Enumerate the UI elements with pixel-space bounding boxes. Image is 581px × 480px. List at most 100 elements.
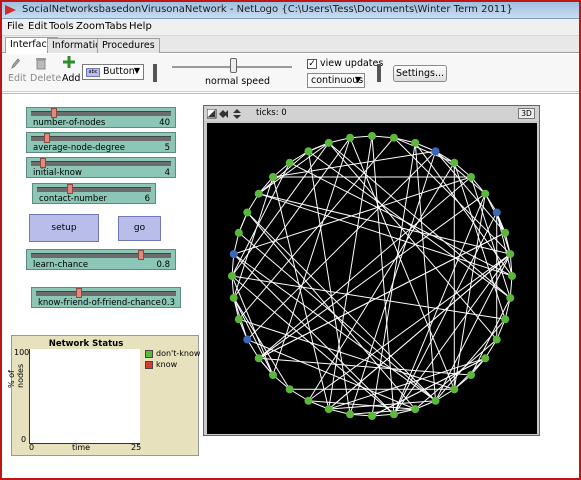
slider-number-of-nodes[interactable]: number-of-nodes 40 <box>26 107 176 128</box>
interface-canvas: number-of-nodes 40 average-node-degree 5… <box>2 93 579 478</box>
world-view: ticks: 0 3D <box>203 105 540 436</box>
edit-button[interactable]: Edit <box>8 73 26 84</box>
network-link <box>258 142 330 195</box>
menu-help[interactable]: Help <box>129 21 152 32</box>
settings-button[interactable]: Settings... <box>393 65 447 82</box>
slider-contact-number[interactable]: contact-number 6 <box>32 183 156 204</box>
menu-edit[interactable]: Edit <box>28 21 47 32</box>
network-node <box>243 335 252 344</box>
slider-value: 4 <box>164 168 170 178</box>
slider-thumb[interactable] <box>40 158 47 168</box>
tab-bar: Interface Information Procedures <box>2 36 579 53</box>
slider-label: number-of-nodes <box>33 118 106 128</box>
legend-label: don't-know <box>156 349 201 358</box>
network-node <box>501 228 510 237</box>
slider-label: contact-number <box>39 194 108 204</box>
slider-know-friend-of-friend-chance[interactable]: know-friend-of-friend-chance 0.3 <box>31 287 181 308</box>
network-node <box>285 385 294 394</box>
title-bar: SocialNetworksbasedonVirusonaNetwork - N… <box>2 2 579 19</box>
network-node <box>450 385 459 394</box>
netlogo-window: SocialNetworksbasedonVirusonaNetwork - N… <box>0 0 581 480</box>
setup-button[interactable]: setup <box>29 214 99 242</box>
network-node <box>506 250 515 259</box>
view-controls-icon[interactable] <box>207 109 241 119</box>
network-link <box>233 297 274 376</box>
slider-track <box>31 253 171 258</box>
network-node <box>431 147 440 156</box>
network-link <box>258 232 506 359</box>
network-node <box>324 138 333 147</box>
network-node <box>466 370 475 379</box>
slider-thumb[interactable] <box>67 184 74 194</box>
network-link <box>258 357 472 376</box>
network-link <box>238 137 395 320</box>
tab-procedures[interactable]: Procedures <box>97 38 160 53</box>
network-link <box>238 232 436 402</box>
plot-x-label: time <box>72 443 91 452</box>
slider-average-node-degree[interactable]: average-node-degree 5 <box>26 132 176 153</box>
window-title: SocialNetworksbasedonVirusonaNetwork - N… <box>22 4 513 15</box>
network-node <box>431 396 440 405</box>
slider-track <box>36 291 176 296</box>
network-node <box>368 412 376 420</box>
menu-tools[interactable]: Tools <box>49 21 74 32</box>
slider-value: 0.8 <box>156 260 170 270</box>
ticks-label: ticks: 0 <box>256 108 287 118</box>
slider-thumb[interactable] <box>76 288 83 298</box>
plot-area <box>29 349 140 444</box>
network-node <box>508 272 516 280</box>
network-node <box>506 293 515 302</box>
network-node <box>501 315 510 324</box>
network-node <box>411 138 420 147</box>
slider-value: 6 <box>144 194 150 204</box>
3d-view-button[interactable]: 3D <box>518 108 535 119</box>
plus-icon <box>63 56 75 68</box>
menu-file[interactable]: File <box>7 21 24 32</box>
network-node <box>228 272 236 280</box>
network-node <box>229 250 238 259</box>
slider-thumb[interactable] <box>138 250 145 260</box>
go-button[interactable]: go <box>118 216 161 241</box>
plot-x-min: 0 <box>29 443 35 452</box>
network-node <box>368 132 376 140</box>
plot-y-label: % of nodes <box>7 363 25 388</box>
pencil-icon <box>11 58 21 69</box>
add-button[interactable]: Add <box>62 73 80 84</box>
network-node <box>481 189 490 198</box>
chevron-down-icon: ▼ <box>354 75 361 84</box>
legend-swatch <box>145 361 153 369</box>
plot-y-min: 0 <box>21 435 27 444</box>
network-link <box>231 162 291 277</box>
slider-initial-know[interactable]: initial-know 4 <box>26 157 176 178</box>
network-node <box>492 208 501 217</box>
slider-value: 5 <box>164 143 170 153</box>
speed-label: normal speed <box>205 76 271 87</box>
delete-button[interactable]: Delete <box>30 73 61 84</box>
update-mode-dropdown[interactable]: continuous ▼ <box>307 73 365 88</box>
toolbar-separator <box>377 64 381 82</box>
network-node <box>466 173 475 182</box>
slider-thumb[interactable] <box>51 108 58 118</box>
chevron-down-icon: ▼ <box>133 66 140 75</box>
slider-label: know-friend-of-friend-chance <box>38 298 161 308</box>
speed-slider-thumb[interactable] <box>230 58 237 73</box>
widget-type-dropdown[interactable]: abc Button ▼ <box>82 64 144 80</box>
view-updates-checkbox[interactable]: ✓ <box>307 59 317 69</box>
plot-x-max: 25 <box>131 443 142 452</box>
network-link <box>435 150 506 234</box>
world-canvas[interactable] <box>207 123 537 434</box>
network-node <box>389 410 398 419</box>
menu-zoom[interactable]: Zoom <box>76 21 105 32</box>
slider-learn-chance[interactable]: learn-chance 0.8 <box>26 249 176 270</box>
network-link <box>435 253 511 401</box>
network-link <box>233 297 291 390</box>
toolbar-separator <box>153 64 157 82</box>
network-graph <box>228 132 516 420</box>
network-node <box>346 410 355 419</box>
slider-thumb[interactable] <box>44 133 51 143</box>
network-node <box>269 173 278 182</box>
network-node <box>254 189 263 198</box>
menu-tabs[interactable]: Tabs <box>105 21 127 32</box>
network-node <box>269 370 278 379</box>
slider-label: initial-know <box>33 168 82 178</box>
